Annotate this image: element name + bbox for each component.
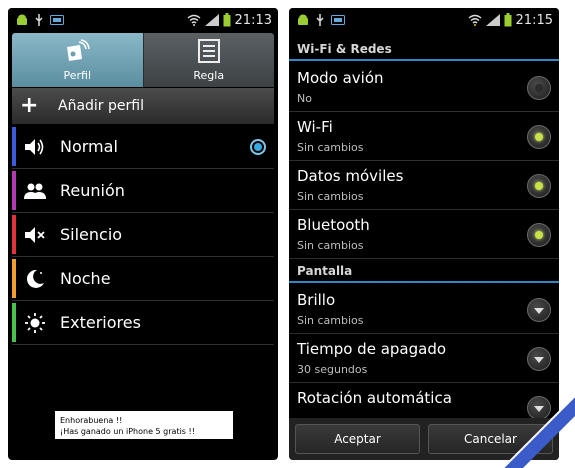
toggle-dot bbox=[535, 231, 543, 239]
clock: 21:15 bbox=[515, 12, 553, 28]
setting-title: Datos móviles bbox=[297, 167, 404, 185]
profile-item-exteriores[interactable]: Exteriores bbox=[12, 301, 274, 345]
usb-icon bbox=[34, 13, 44, 27]
tab-bar: Perfil Regla bbox=[12, 33, 274, 87]
profile-color-stripe bbox=[12, 171, 16, 210]
battery-icon bbox=[223, 13, 231, 27]
setting-datos-moviles[interactable]: Datos móviles Sin cambios bbox=[289, 161, 559, 210]
speaker-icon bbox=[24, 136, 46, 158]
profile-list: Normal Reunión Silencio Noche Exteriores bbox=[12, 125, 274, 345]
sd-card-icon bbox=[50, 15, 64, 25]
add-profile-button[interactable]: + Añadir perfil bbox=[12, 88, 274, 124]
toggle-dot bbox=[535, 182, 543, 190]
profile-color-stripe bbox=[12, 259, 16, 298]
profile-item-noche[interactable]: Noche bbox=[12, 257, 274, 301]
tab-regla[interactable]: Regla bbox=[142, 33, 274, 87]
dropdown-button[interactable] bbox=[527, 298, 551, 322]
sun-icon bbox=[24, 312, 46, 334]
dropdown-button[interactable] bbox=[527, 347, 551, 371]
signal-icon bbox=[204, 14, 219, 26]
profile-label: Noche bbox=[60, 269, 111, 288]
profile-item-normal[interactable]: Normal bbox=[12, 125, 274, 169]
moon-icon bbox=[24, 268, 46, 290]
profile-label: Normal bbox=[60, 137, 118, 156]
android-icon bbox=[297, 14, 309, 27]
tab-perfil[interactable]: Perfil bbox=[12, 33, 143, 87]
profile-label: Silencio bbox=[60, 225, 123, 244]
rules-tab-icon bbox=[197, 38, 221, 66]
setting-wifi[interactable]: Wi-Fi Sin cambios bbox=[289, 112, 559, 161]
usb-icon bbox=[315, 13, 325, 27]
setting-subtitle: Sin cambios bbox=[297, 239, 364, 252]
clock: 21:13 bbox=[234, 12, 272, 28]
setting-title: Brillo bbox=[297, 291, 336, 309]
left-screen: 21:13 Perfil Regla + Añadir perfil Norma… bbox=[8, 8, 278, 460]
tab-label: Perfil bbox=[63, 68, 92, 82]
toggle-radio[interactable] bbox=[527, 174, 551, 198]
chevron-down-icon bbox=[534, 308, 544, 314]
setting-brillo[interactable]: Brillo Sin cambios bbox=[289, 285, 559, 334]
setting-title: Bluetooth bbox=[297, 216, 370, 234]
people-icon bbox=[24, 180, 46, 202]
tab-label: Regla bbox=[193, 68, 225, 82]
battery-icon bbox=[504, 13, 512, 27]
profile-tab-icon bbox=[64, 38, 90, 66]
add-profile-label: Añadir perfil bbox=[58, 98, 144, 114]
section-header-wifi-redes: Wi-Fi & Redes bbox=[289, 39, 559, 61]
profile-color-stripe bbox=[12, 215, 16, 254]
wifi-icon bbox=[468, 14, 482, 26]
toggle-dot bbox=[535, 84, 543, 92]
sd-card-icon bbox=[331, 15, 345, 25]
toast-line-2: ¡Has ganado un iPhone 5 gratis !! bbox=[60, 427, 195, 436]
toggle-radio[interactable] bbox=[527, 76, 551, 100]
setting-subtitle: Sin cambios bbox=[297, 141, 364, 154]
profile-item-reunion[interactable]: Reunión bbox=[12, 169, 274, 213]
status-bar: 21:13 bbox=[8, 8, 278, 32]
setting-subtitle: No bbox=[297, 92, 312, 105]
setting-subtitle: Sin cambios bbox=[297, 190, 364, 203]
setting-tiempo-apagado[interactable]: Tiempo de apagado 30 segundos bbox=[289, 334, 559, 383]
section-header-pantalla: Pantalla bbox=[289, 261, 559, 283]
setting-title: Tiempo de apagado bbox=[297, 340, 447, 358]
status-bar: 21:15 bbox=[289, 8, 559, 32]
mute-icon bbox=[24, 224, 46, 246]
profile-label: Exteriores bbox=[60, 313, 141, 332]
setting-bluetooth[interactable]: Bluetooth Sin cambios bbox=[289, 210, 559, 259]
signal-icon bbox=[485, 14, 500, 26]
selected-radio[interactable] bbox=[250, 138, 266, 155]
toggle-dot bbox=[535, 133, 543, 141]
setting-title: Wi-Fi bbox=[297, 118, 333, 136]
toast-line-1: Enhorabuena !! bbox=[60, 416, 123, 425]
setting-subtitle: Sin cambios bbox=[297, 314, 364, 327]
profile-item-silencio[interactable]: Silencio bbox=[12, 213, 274, 257]
promo-toast[interactable]: Enhorabuena !! ¡Has ganado un iPhone 5 g… bbox=[55, 411, 233, 439]
wifi-icon bbox=[187, 14, 201, 26]
android-icon bbox=[16, 14, 28, 27]
profile-color-stripe bbox=[12, 303, 16, 342]
profile-color-stripe bbox=[12, 127, 16, 166]
corner-ribbon bbox=[502, 395, 575, 468]
setting-modo-avion[interactable]: Modo avión No bbox=[289, 63, 559, 112]
toggle-radio[interactable] bbox=[527, 223, 551, 247]
toggle-radio[interactable] bbox=[527, 125, 551, 149]
setting-subtitle: 30 segundos bbox=[297, 363, 368, 376]
chevron-down-icon bbox=[534, 357, 544, 363]
plus-icon: + bbox=[20, 93, 39, 118]
accept-button[interactable]: Aceptar bbox=[295, 424, 420, 454]
setting-title: Modo avión bbox=[297, 69, 384, 87]
profile-label: Reunión bbox=[60, 181, 125, 200]
